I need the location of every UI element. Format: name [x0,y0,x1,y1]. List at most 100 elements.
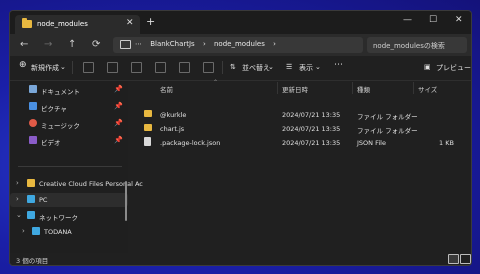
computer-icon [32,227,40,235]
sidebar-item-creative-cloud[interactable]: › Creative Cloud Files Personal Ac [10,177,143,191]
toolbar-divider [222,61,223,74]
back-button[interactable]: ← [20,39,28,50]
pin-icon: 📌 [114,85,123,93]
navigation-pane: ドキュメント 📌 ピクチャ 📌 ミュージック 📌 ビデオ 📌 › Creativ… [10,81,143,253]
monitor-icon [120,40,131,49]
column-header-size[interactable]: サイズ [418,84,437,94]
chevron-right-icon[interactable]: › [16,179,19,187]
column-divider[interactable] [413,82,414,94]
column-divider[interactable] [277,82,278,94]
file-date: 2024/07/21 13:35 [282,139,341,147]
documents-icon [29,85,37,93]
folder-icon [144,124,152,131]
file-type: ファイル フォルダー [357,127,418,135]
rename-icon[interactable] [155,62,166,73]
file-type: JSON File [357,139,386,147]
breadcrumb-blankchartjs[interactable]: BlankChartJs [150,40,194,48]
breadcrumb-separator[interactable]: › [273,40,276,48]
sidebar-item-documents[interactable]: ドキュメント 📌 [10,83,128,97]
folder-icon [27,179,35,187]
sidebar-item-label: ピクチャ [41,105,67,113]
search-input[interactable]: node_modulesの検索 [367,37,467,53]
sidebar-item-pc[interactable]: › PC [10,193,128,207]
search-placeholder: node_modulesの検索 [373,42,445,50]
column-header-type[interactable]: 種類 [357,84,370,94]
cut-icon[interactable] [83,62,94,73]
sidebar-item-pictures[interactable]: ピクチャ 📌 [10,100,128,114]
sidebar-item-label: PC [39,196,48,204]
view-icon: ☰ [286,63,293,71]
refresh-button[interactable]: ⟳ [92,39,100,50]
file-row[interactable]: @kurkle 2024/07/21 13:35 ファイル フォルダー [133,108,471,122]
title-bar: node_modules ✕ + — ☐ ✕ [10,11,471,34]
file-name: @kurkle [160,111,187,119]
more-options-button[interactable]: ⋯ [334,60,343,70]
breadcrumb-separator[interactable]: › [203,40,206,48]
breadcrumb-more[interactable]: ⋯ [135,40,142,48]
column-header-date[interactable]: 更新日時 [282,84,308,94]
column-divider[interactable] [352,82,353,94]
maximize-button[interactable]: ☐ [429,15,437,25]
file-size: 1 KB [439,139,454,147]
new-icon: ⊕ [19,60,27,70]
pc-icon [27,195,35,203]
folder-icon [22,18,32,28]
forward-button[interactable]: → [44,39,52,50]
command-bar: ⊕ 新規作成 ⌄ ⇅ 並べ替え ⌄ ☰ 表示 ⌄ ⋯ ▣ プレビュー [10,56,471,81]
sidebar-item-videos[interactable]: ビデオ 📌 [10,134,128,148]
close-window-button[interactable]: ✕ [455,15,463,25]
address-bar-row: ← → ↑ ⟳ ⋯ BlankChartJs › node_modules › … [10,34,471,56]
file-date: 2024/07/21 13:35 [282,125,341,133]
folder-icon [144,110,152,117]
address-bar[interactable]: ⋯ BlankChartJs › node_modules › [113,37,363,53]
sidebar-item-label: TODANA [44,228,72,236]
file-name: chart.js [160,125,185,133]
sort-indicator-icon: ⌃ [213,79,219,86]
breadcrumb: ⋯ BlankChartJs › node_modules › [135,40,282,48]
pin-icon: 📌 [114,136,123,144]
chevron-right-icon[interactable]: › [16,195,19,203]
file-name: .package-lock.json [160,139,221,147]
network-icon [27,211,35,219]
sidebar-item-music[interactable]: ミュージック 📌 [10,117,128,131]
new-button[interactable]: 新規作成 [31,63,59,73]
view-button[interactable]: 表示 [299,63,313,73]
new-tab-button[interactable]: + [146,15,155,28]
chevron-down-icon[interactable]: ⌄ [16,211,22,219]
sidebar-item-label: ビデオ [41,139,61,147]
file-type: ファイル フォルダー [357,113,418,121]
sidebar-item-label: ネットワーク [39,214,78,222]
breadcrumb-node-modules[interactable]: node_modules [214,40,265,48]
pin-icon: 📌 [114,102,123,110]
share-icon[interactable] [179,62,190,73]
explorer-window: node_modules ✕ + — ☐ ✕ ← → ↑ ⟳ ⋯ BlankCh… [9,10,472,266]
file-date: 2024/07/21 13:35 [282,111,341,119]
copy-icon[interactable] [107,62,118,73]
sidebar-scrollbar[interactable] [125,181,127,221]
minimize-button[interactable]: — [403,15,412,25]
tiles-view-icon[interactable] [460,254,471,264]
sort-button[interactable]: 並べ替え [242,63,270,73]
preview-button[interactable]: プレビュー [436,63,471,73]
file-list: 名前 ⌃ 更新日時 種類 サイズ @kurkle 2024/07/21 13:3… [133,79,471,253]
sidebar-item-network[interactable]: ⌄ ネットワーク [10,209,128,223]
file-row[interactable]: .package-lock.json 2024/07/21 13:35 JSON… [133,136,471,150]
sidebar-item-todana[interactable]: › TODANA [10,225,128,239]
videos-icon [29,136,37,144]
preview-icon: ▣ [424,63,431,71]
sidebar-item-label: ドキュメント [41,88,80,96]
sidebar-item-label: Creative Cloud Files Personal Ac [39,180,143,188]
tab-node-modules[interactable]: node_modules ✕ [15,15,140,34]
chevron-right-icon[interactable]: › [22,227,25,235]
file-row[interactable]: chart.js 2024/07/21 13:35 ファイル フォルダー [133,122,471,136]
pin-icon: 📌 [114,119,123,127]
json-file-icon [144,137,151,146]
tab-close-button[interactable]: ✕ [126,18,134,28]
up-button[interactable]: ↑ [68,39,76,50]
paste-icon[interactable] [131,62,142,73]
chevron-down-icon: ⌄ [315,63,321,71]
column-header-name[interactable]: 名前 [160,84,173,94]
details-view-icon[interactable] [448,254,459,264]
delete-icon[interactable] [203,62,214,73]
toolbar-divider [72,61,73,74]
